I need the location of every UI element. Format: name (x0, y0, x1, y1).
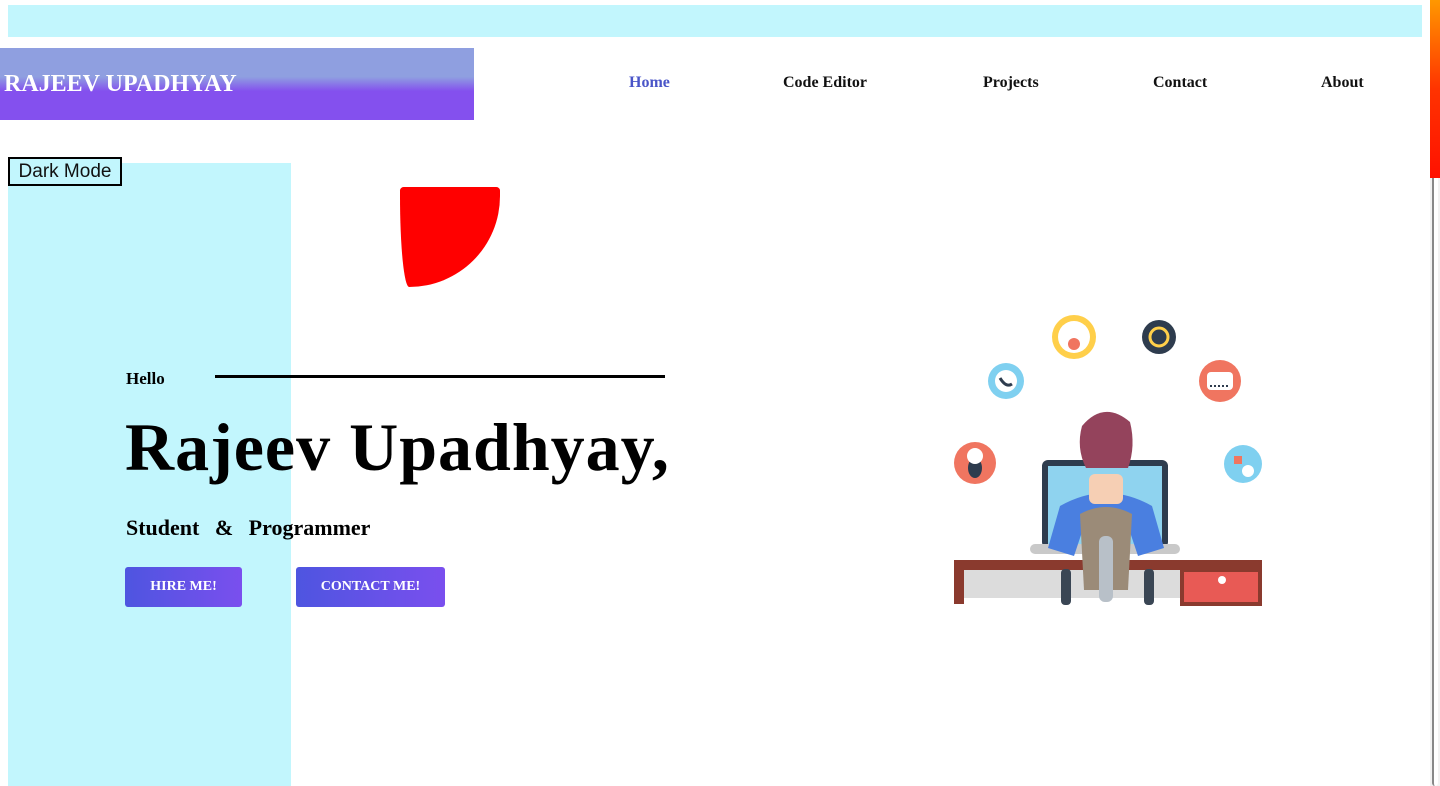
server-icon (1199, 360, 1241, 402)
hero-name: Rajeev Upadhyay, (125, 409, 670, 485)
hire-me-button[interactable]: HIRE ME! (125, 567, 242, 607)
decorative-blob (400, 187, 500, 287)
hero-greeting: Hello (126, 369, 165, 388)
nav-contact[interactable]: Contact (1153, 74, 1207, 92)
nav-code-editor[interactable]: Code Editor (783, 74, 867, 92)
top-banner (8, 5, 1422, 37)
nav-home[interactable]: Home (629, 74, 670, 92)
cloud-settings-icon (1052, 315, 1096, 359)
cloud-network-icon (1224, 445, 1262, 483)
mouse-icon (954, 442, 996, 484)
nav-about[interactable]: About (1321, 74, 1364, 92)
nav-projects[interactable]: Projects (983, 74, 1039, 92)
dark-mode-button[interactable]: Dark Mode (8, 157, 122, 186)
sync-icon (1142, 320, 1176, 354)
brand-logo[interactable]: RAJEEV UPADHYAY (0, 48, 474, 120)
phone-icon (988, 363, 1024, 399)
scrollbar-thumb[interactable] (1430, 0, 1440, 178)
scrollbar-lower-track (1432, 178, 1438, 786)
programmer-illustration (954, 315, 1262, 606)
greeting-divider (215, 375, 665, 378)
hero-subtitle: Student & Programmer (126, 515, 371, 540)
contact-me-button[interactable]: CONTACT ME! (296, 567, 445, 607)
